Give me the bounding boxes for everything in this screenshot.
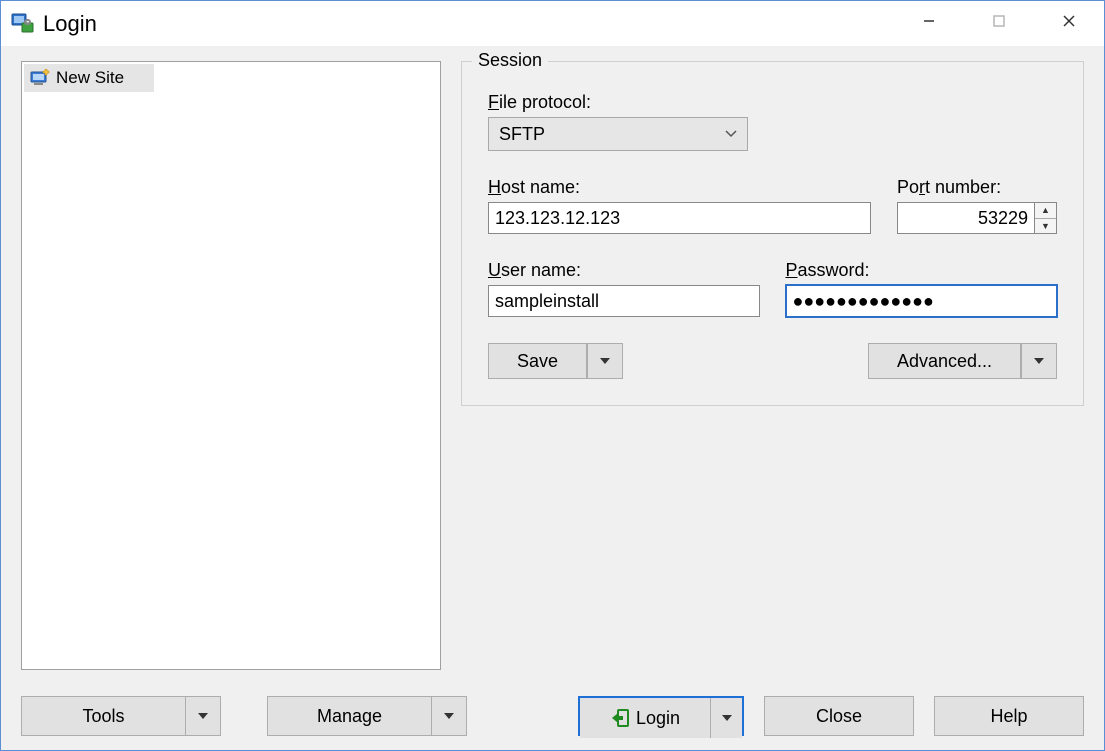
port-spin-up[interactable]: ▲ xyxy=(1035,203,1056,219)
session-groupbox: Session File protocol: SFTP Host name: xyxy=(461,61,1084,406)
site-item-label: New Site xyxy=(56,68,124,88)
manage-dropdown[interactable] xyxy=(431,696,467,736)
manage-split-button[interactable]: Manage xyxy=(267,696,467,736)
tools-split-button[interactable]: Tools xyxy=(21,696,221,736)
close-button[interactable] xyxy=(1034,1,1104,41)
minimize-button[interactable] xyxy=(894,1,964,41)
username-input[interactable] xyxy=(488,285,760,317)
login-dialog: Login xyxy=(0,0,1105,751)
password-label: Password: xyxy=(786,260,1058,281)
app-icon xyxy=(11,12,35,36)
dialog-body: New Site Session File protocol: SFTP xyxy=(21,61,1084,670)
login-split-button[interactable]: Login xyxy=(578,696,744,736)
save-dropdown[interactable] xyxy=(587,343,623,379)
login-dropdown[interactable] xyxy=(710,698,742,738)
advanced-button[interactable]: Advanced... xyxy=(868,343,1021,379)
advanced-dropdown[interactable] xyxy=(1021,343,1057,379)
computer-new-icon xyxy=(30,69,50,87)
save-button[interactable]: Save xyxy=(488,343,587,379)
window-controls xyxy=(894,1,1104,41)
host-name-input[interactable] xyxy=(488,202,871,234)
host-name-label: Host name: xyxy=(488,177,871,198)
dialog-buttons: Tools Manage Login xyxy=(21,696,1084,736)
close-dialog-button[interactable]: Close xyxy=(764,696,914,736)
chevron-down-icon xyxy=(725,127,737,141)
file-protocol-value: SFTP xyxy=(499,124,545,145)
port-spin-down[interactable]: ▼ xyxy=(1035,219,1056,234)
manage-button[interactable]: Manage xyxy=(267,696,431,736)
help-button[interactable]: Help xyxy=(934,696,1084,736)
login-button[interactable]: Login xyxy=(580,698,710,738)
session-panel: Session File protocol: SFTP Host name: xyxy=(461,61,1084,670)
port-spinner[interactable]: ▲ ▼ xyxy=(1035,202,1057,234)
file-protocol-select[interactable]: SFTP xyxy=(488,117,748,151)
port-number-label: Port number: xyxy=(897,177,1057,198)
tools-button[interactable]: Tools xyxy=(21,696,185,736)
session-group-title: Session xyxy=(472,50,548,71)
file-protocol-label: File protocol: xyxy=(488,92,1057,113)
save-split-button[interactable]: Save xyxy=(488,343,623,379)
password-input[interactable] xyxy=(786,285,1058,317)
port-number-input[interactable] xyxy=(897,202,1035,234)
sites-list[interactable]: New Site xyxy=(21,61,441,670)
username-label: User name: xyxy=(488,260,760,281)
login-icon xyxy=(610,708,630,728)
advanced-split-button[interactable]: Advanced... xyxy=(868,343,1057,379)
window-title: Login xyxy=(43,11,97,37)
maximize-button[interactable] xyxy=(964,1,1034,41)
tools-dropdown[interactable] xyxy=(185,696,221,736)
titlebar: Login xyxy=(1,1,1104,47)
site-item-new-site[interactable]: New Site xyxy=(24,64,154,92)
